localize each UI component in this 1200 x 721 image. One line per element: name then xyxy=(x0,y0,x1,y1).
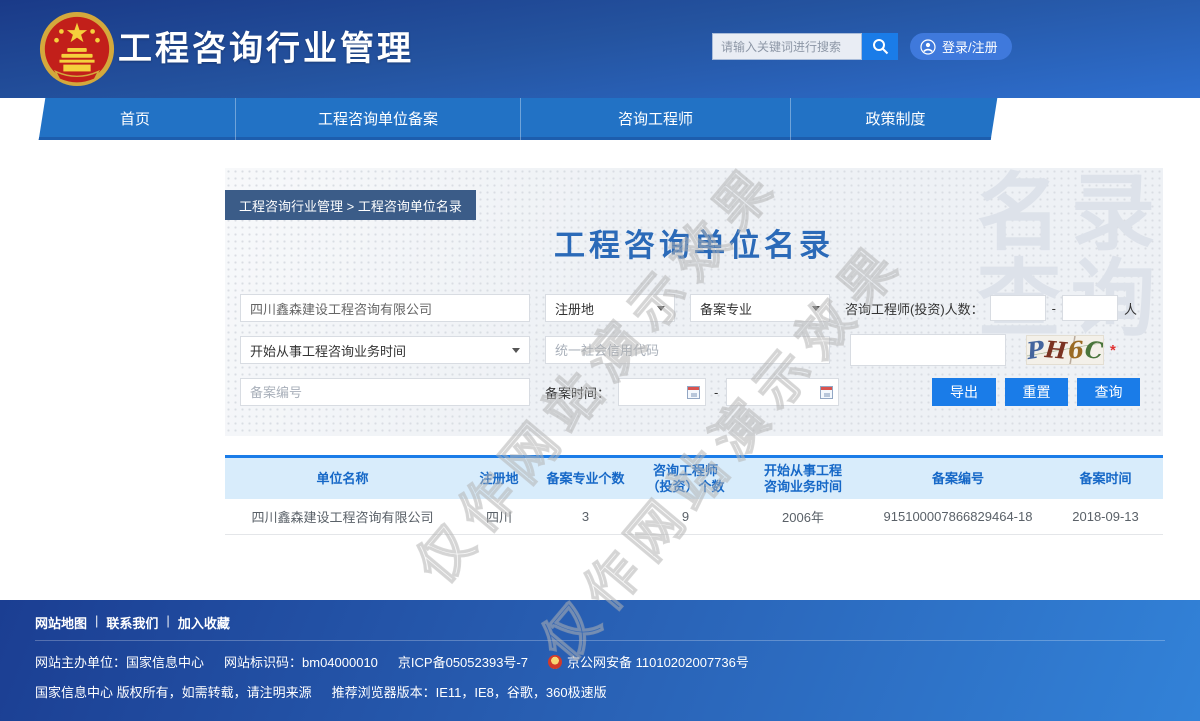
captcha-input[interactable] xyxy=(850,334,1006,366)
col-header-record-time: 备案时间 xyxy=(1048,471,1163,487)
region-select-value: 注册地 xyxy=(555,299,594,318)
chevron-down-icon xyxy=(512,348,520,353)
captcha-char: C xyxy=(1083,335,1104,364)
page-title: 工程咨询单位名录 xyxy=(225,220,1163,265)
cell-region: 四川 xyxy=(460,507,538,526)
page: 工程咨询行业管理 登录/注册 首页 工程咨询单位备案 咨询工程师 政策制度 名录… xyxy=(0,0,1200,721)
footer-credits-line: 网站主办单位：国家信息中心 网站标识码：bm04000010 京ICP备0505… xyxy=(35,652,749,671)
footer-divider xyxy=(35,640,1165,641)
cell-specialty-count: 3 xyxy=(538,509,633,524)
login-register-label: 登录/注册 xyxy=(942,37,998,56)
main-nav: 首页 工程咨询单位备案 咨询工程师 政策制度 xyxy=(35,98,1000,143)
col-header-start-time: 开始从事工程 咨询业务时间 xyxy=(738,463,868,495)
cell-unit-name: 四川鑫森建设工程咨询有限公司 xyxy=(225,507,460,526)
engineer-count-min-input[interactable] xyxy=(990,295,1046,321)
record-time-start-input[interactable] xyxy=(618,378,706,406)
company-name-input[interactable] xyxy=(240,294,530,322)
col-header-record-number: 备案编号 xyxy=(868,471,1048,487)
captcha-char: 6 xyxy=(1067,336,1085,364)
police-badge-icon xyxy=(548,655,562,669)
search-icon xyxy=(872,38,889,55)
calendar-icon xyxy=(687,386,700,399)
footer-link-separator: | xyxy=(166,613,169,632)
captcha-char: H xyxy=(1044,336,1068,365)
search-button[interactable] xyxy=(862,33,898,60)
login-register-button[interactable]: 登录/注册 xyxy=(910,33,1012,60)
engineer-count-label: 咨询工程师(投资)人数： xyxy=(845,299,984,318)
user-icon xyxy=(920,39,936,55)
footer-link-separator: | xyxy=(95,613,98,632)
nav-item-policy[interactable]: 政策制度 xyxy=(790,98,1000,143)
specialty-select-value: 备案专业 xyxy=(700,299,752,318)
footer-police-label: 京公网安备 11010202007736号 xyxy=(567,652,749,671)
footer-copyright: 国家信息中心 版权所有，如需转载，请注明来源 xyxy=(35,682,312,701)
record-time-cluster: 备案时间： - xyxy=(545,378,839,406)
engineer-count-cluster: 咨询工程师(投资)人数： - 人 xyxy=(845,294,1137,322)
export-button[interactable]: 导出 xyxy=(932,378,996,406)
col-header-unit-name: 单位名称 xyxy=(225,471,460,487)
chevron-down-icon xyxy=(657,306,665,311)
footer-links: 网站地图 | 联系我们 | 加入收藏 xyxy=(35,613,230,632)
captcha-cluster: P H 6 C * xyxy=(850,334,1116,366)
breadcrumb[interactable]: 工程咨询行业管理 > 工程咨询单位名录 xyxy=(225,190,476,220)
table-header-row: 单位名称 注册地 备案专业个数 咨询工程师 （投资）个数 开始从事工程 咨询业务… xyxy=(225,455,1163,499)
engineer-count-max-input[interactable] xyxy=(1062,295,1118,321)
col-header-engineer-count: 咨询工程师 （投资）个数 xyxy=(633,463,738,495)
header-search-input[interactable] xyxy=(712,33,862,60)
directory-search-panel: 名录 查询 工程咨询行业管理 > 工程咨询单位名录 工程咨询单位名录 注册地 备… xyxy=(225,168,1163,436)
table-row: 四川鑫森建设工程咨询有限公司 四川 3 9 2006年 915100007866… xyxy=(225,499,1163,535)
credit-code-input[interactable] xyxy=(545,336,830,364)
cell-record-number: 915100007866829464-18 xyxy=(868,509,1048,524)
calendar-icon xyxy=(820,386,833,399)
site-title: 工程咨询行业管理 xyxy=(118,0,414,98)
engineer-count-suffix: 人 xyxy=(1124,299,1137,318)
chevron-down-icon xyxy=(812,306,820,311)
col-header-specialty-count: 备案专业个数 xyxy=(538,471,633,487)
results-table: 单位名称 注册地 备案专业个数 咨询工程师 （投资）个数 开始从事工程 咨询业务… xyxy=(225,455,1163,535)
footer-link-contact[interactable]: 联系我们 xyxy=(106,613,158,632)
start-time-select-value: 开始从事工程咨询业务时间 xyxy=(250,341,406,360)
footer-police[interactable]: 京公网安备 11010202007736号 xyxy=(548,652,749,671)
captcha-image[interactable]: P H 6 C xyxy=(1026,335,1104,365)
range-dash: - xyxy=(714,385,718,400)
footer-link-favorite[interactable]: 加入收藏 xyxy=(178,613,230,632)
query-button[interactable]: 查询 xyxy=(1077,378,1140,406)
start-time-select[interactable]: 开始从事工程咨询业务时间 xyxy=(240,336,530,364)
nav-item-unit-record[interactable]: 工程咨询单位备案 xyxy=(235,98,520,143)
national-emblem-icon xyxy=(38,10,116,88)
footer-site-code: 网站标识码：bm04000010 xyxy=(224,652,378,671)
header: 工程咨询行业管理 登录/注册 xyxy=(0,0,1200,98)
nav-item-home[interactable]: 首页 xyxy=(35,98,235,143)
region-select[interactable]: 注册地 xyxy=(545,294,675,322)
footer-icp[interactable]: 京ICP备05052393号-7 xyxy=(398,652,528,671)
nav-item-consulting-engineer[interactable]: 咨询工程师 xyxy=(520,98,790,143)
captcha-char: P xyxy=(1026,335,1046,364)
footer-copyright-line: 国家信息中心 版权所有，如需转载，请注明来源 推荐浏览器版本：IE11，IE8，… xyxy=(35,682,627,701)
cell-engineer-count: 9 xyxy=(633,509,738,524)
record-number-input[interactable] xyxy=(240,378,530,406)
reset-button[interactable]: 重置 xyxy=(1005,378,1068,406)
required-mark: * xyxy=(1110,342,1116,359)
footer-host: 网站主办单位：国家信息中心 xyxy=(35,652,204,671)
record-time-end-input[interactable] xyxy=(726,378,839,406)
range-dash: - xyxy=(1052,301,1056,316)
cell-record-time: 2018-09-13 xyxy=(1048,509,1163,524)
col-header-region: 注册地 xyxy=(460,471,538,487)
cell-start-time: 2006年 xyxy=(738,507,868,526)
record-time-label: 备案时间： xyxy=(545,383,610,402)
specialty-select[interactable]: 备案专业 xyxy=(690,294,830,322)
footer-link-sitemap[interactable]: 网站地图 xyxy=(35,613,87,632)
footer-browsers: 推荐浏览器版本：IE11，IE8，谷歌，360极速版 xyxy=(332,682,607,701)
footer: 网站地图 | 联系我们 | 加入收藏 网站主办单位：国家信息中心 网站标识码：b… xyxy=(0,600,1200,721)
